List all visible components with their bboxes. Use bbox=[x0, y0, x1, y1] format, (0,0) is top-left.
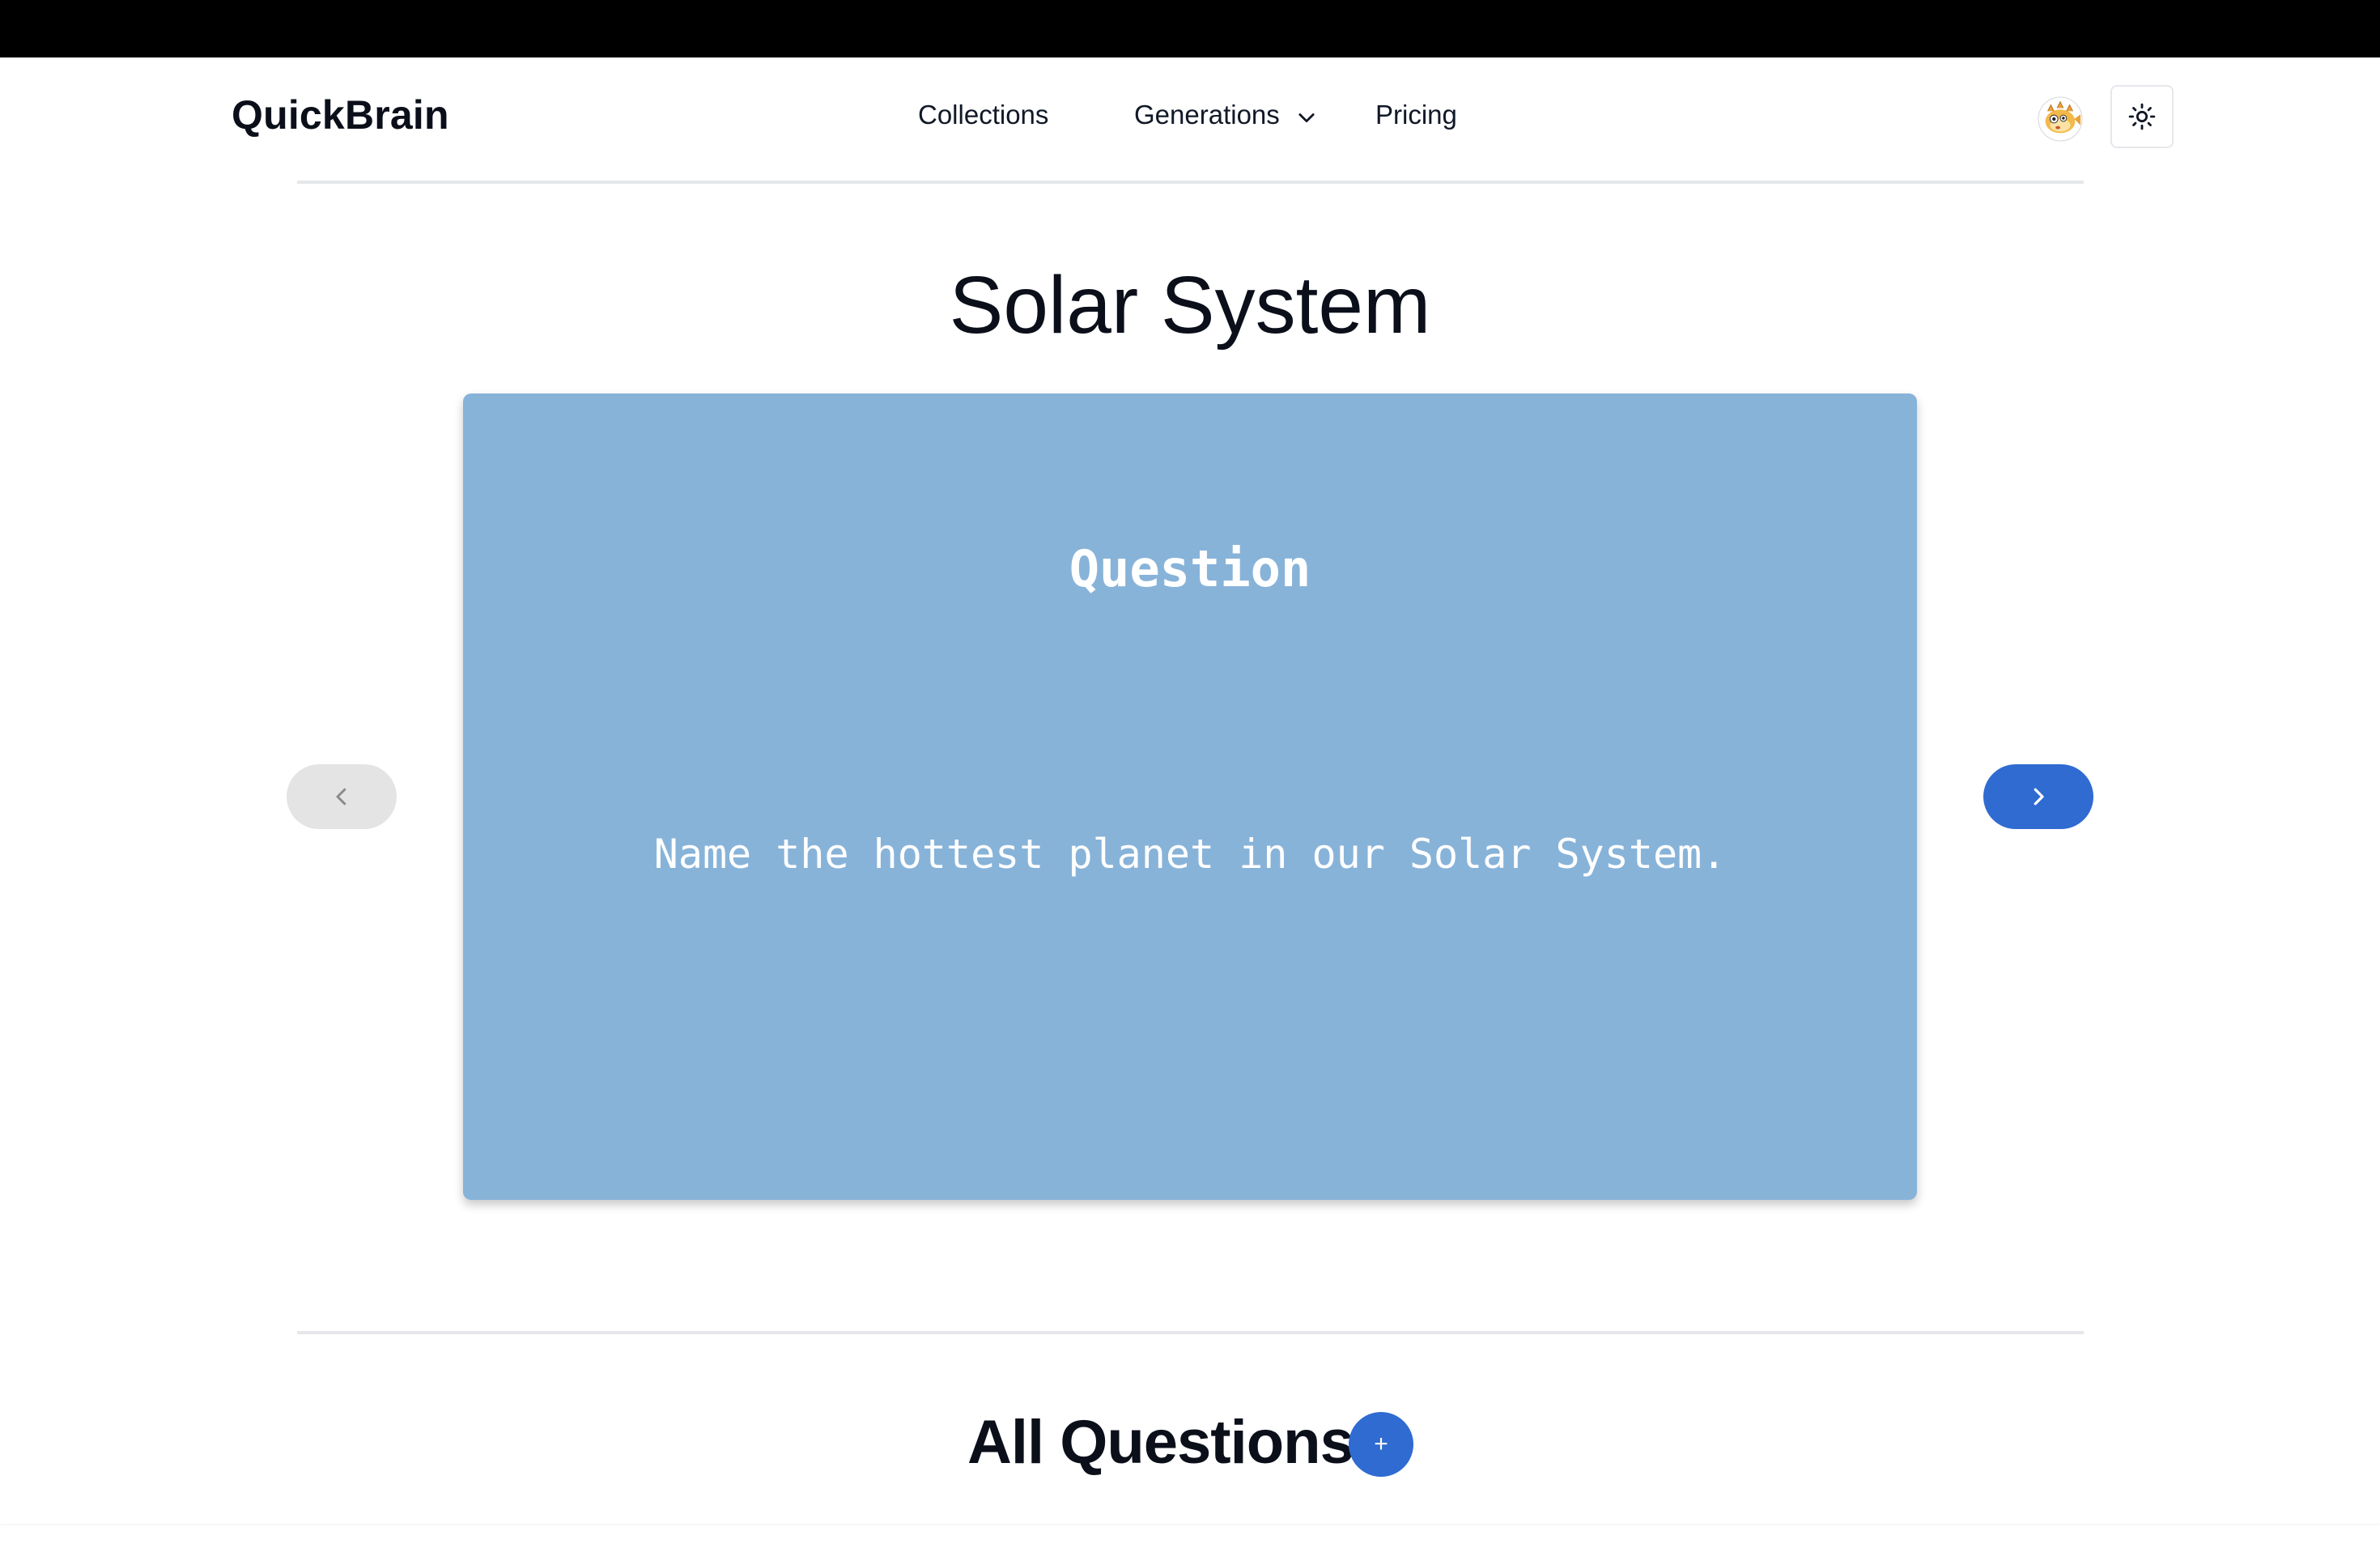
page-title: Solar System bbox=[949, 260, 1431, 351]
theme-toggle-button[interactable] bbox=[2110, 85, 2174, 148]
section-divider bbox=[297, 1331, 2084, 1334]
chevron-down-icon[interactable] bbox=[1295, 106, 1318, 129]
site-header: QuickBrain Collections Generations Prici… bbox=[0, 57, 2380, 179]
previous-card-button[interactable] bbox=[287, 764, 397, 829]
flashcard[interactable]: Question Name the hottest planet in our … bbox=[463, 393, 1917, 1200]
flashcard-question-text: Name the hottest planet in our Solar Sys… bbox=[653, 831, 1727, 878]
browser-top-bar bbox=[0, 0, 2380, 57]
add-question-button[interactable]: + bbox=[1349, 1412, 1413, 1477]
header-divider bbox=[297, 181, 2084, 184]
chevron-right-icon bbox=[2034, 788, 2044, 806]
next-card-button[interactable] bbox=[1983, 764, 2093, 829]
nav-generations[interactable]: Generations bbox=[1134, 100, 1280, 130]
brand-logo[interactable]: QuickBrain bbox=[232, 91, 449, 138]
all-questions-heading: All Questions bbox=[967, 1408, 1354, 1477]
flashcard-heading: Question bbox=[1069, 539, 1311, 598]
chevron-left-icon bbox=[336, 788, 346, 806]
nav-pricing[interactable]: Pricing bbox=[1375, 100, 1457, 130]
questions-list-edge bbox=[0, 1525, 2380, 1548]
avatar[interactable] bbox=[2037, 96, 2084, 142]
nav-collections[interactable]: Collections bbox=[918, 100, 1048, 130]
sun-icon bbox=[2128, 103, 2156, 130]
